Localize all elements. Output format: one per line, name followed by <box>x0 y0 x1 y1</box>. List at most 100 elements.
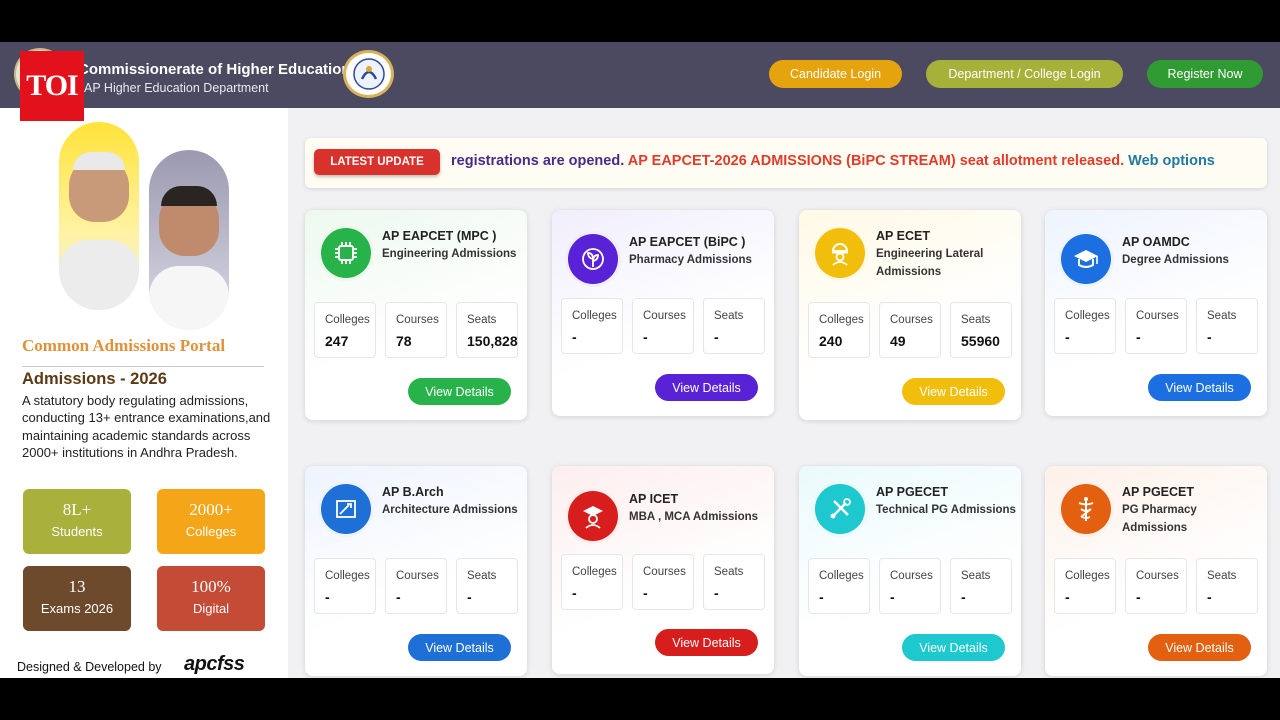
leader-portrait-2 <box>149 150 229 330</box>
stat-exams: 13 Exams 2026 <box>23 566 131 631</box>
page: Commissionerate of Higher Education AP H… <box>0 42 1280 678</box>
card-title: AP EAPCET (BiPC ) <box>629 235 746 249</box>
admission-card: AP PGECET PG Pharmacy Admissions Colleges -… <box>1045 466 1267 676</box>
admission-card: AP PGECET Technical PG Admissions Colleges… <box>799 466 1021 676</box>
stat-label: Courses <box>643 566 686 578</box>
stat-value: - <box>961 589 966 605</box>
stat-value: - <box>1207 589 1212 605</box>
card-subtitle: Technical PG Admissions <box>876 504 1016 516</box>
sidebar: Common Admissions Portal Admissions - 20… <box>0 108 288 678</box>
courses-stat: Courses 49 <box>879 302 941 358</box>
stat-value: 55960 <box>961 333 1000 349</box>
view-details-button[interactable]: View Details <box>655 629 758 656</box>
view-details-button[interactable]: View Details <box>408 378 511 405</box>
stat-value: - <box>890 589 895 605</box>
stat-value: - <box>396 589 401 605</box>
stat-label: Exams 2026 <box>40 601 114 616</box>
stat-value: - <box>572 585 577 601</box>
stat-digital: 100% Digital <box>157 566 265 631</box>
stat-label: Colleges <box>819 314 864 326</box>
caduceus-icon <box>1061 484 1111 534</box>
divider <box>22 366 264 367</box>
view-details-button[interactable]: View Details <box>1148 634 1251 661</box>
card-title: AP ICET <box>629 492 679 506</box>
portal-description: A statutory body regulating admissions, … <box>22 393 271 460</box>
portal-title: Common Admissions Portal <box>22 336 226 355</box>
courses-stat: Courses 78 <box>385 302 447 358</box>
stat-label: Digital <box>192 601 230 616</box>
stat-label: Colleges <box>572 310 617 322</box>
view-details-button[interactable]: View Details <box>408 634 511 661</box>
stat-label: Courses <box>890 314 933 326</box>
card-subtitle: Engineering Lateral Admissions <box>876 248 984 278</box>
stat-value: - <box>714 329 719 345</box>
stat-value: - <box>1207 329 1212 345</box>
card-subtitle: Degree Admissions <box>1122 254 1229 266</box>
designed-by-label: Designed & Developed by <box>17 660 162 674</box>
hair-shape <box>73 152 125 170</box>
admission-card: AP ECET Engineering Lateral Admissions Col… <box>799 210 1021 420</box>
stat-label: Courses <box>1136 570 1179 582</box>
courses-stat: Courses - <box>1125 298 1187 354</box>
candidate-login-button[interactable]: Candidate Login <box>769 60 902 88</box>
department-logo-icon <box>343 50 394 98</box>
seats-stat: Seats - <box>1196 558 1258 614</box>
courses-stat: Courses - <box>1125 558 1187 614</box>
stat-value: 240 <box>819 333 843 349</box>
stat-value: 49 <box>890 333 906 349</box>
admission-card: AP EAPCET (MPC ) Engineering Admissions Co… <box>305 210 527 420</box>
stat-colleges: 2000+ Colleges <box>157 489 265 554</box>
stat-label: Courses <box>396 314 439 326</box>
view-details-button[interactable]: View Details <box>902 378 1005 405</box>
stat-value: - <box>325 589 330 605</box>
stat-label: Colleges <box>325 570 370 582</box>
chip-icon <box>321 228 371 278</box>
ticker-segment: registrations are opened. <box>451 153 625 169</box>
seats-stat: Seats - <box>950 558 1012 614</box>
ticker-text[interactable]: registrations are opened. AP EAPCET-2026… <box>451 153 1215 169</box>
stat-value: - <box>819 589 824 605</box>
stat-label: Seats <box>467 314 497 326</box>
colleges-stat: Colleges - <box>1054 298 1116 354</box>
card-subtitle: MBA , MCA Admissions <box>629 511 759 523</box>
ticker-segment: Web options <box>1128 153 1215 169</box>
apcfss-logo[interactable]: apcfss <box>184 653 245 676</box>
stat-value: - <box>1065 589 1070 605</box>
stat-value: 150,828 <box>467 333 518 349</box>
view-details-button[interactable]: View Details <box>1148 374 1251 401</box>
admission-card: AP OAMDC Degree Admissions Colleges - Course… <box>1045 210 1267 416</box>
header-bar: Commissionerate of Higher Education AP H… <box>0 42 1280 108</box>
card-title: AP ECET <box>876 229 930 243</box>
admission-card: AP EAPCET (BiPC ) Pharmacy Admissions Coll… <box>552 210 774 416</box>
view-details-button[interactable]: View Details <box>655 374 758 401</box>
card-subtitle: PG Pharmacy Admissions <box>1122 504 1197 534</box>
stat-value: 247 <box>325 333 349 349</box>
seats-stat: Seats 150,828 <box>456 302 518 358</box>
stat-value: - <box>467 589 472 605</box>
seats-stat: Seats - <box>456 558 518 614</box>
stat-value: - <box>1136 329 1141 345</box>
stat-label: Seats <box>714 310 744 322</box>
admissions-year-heading: Admissions - 2026 <box>22 370 167 388</box>
card-subtitle: Architecture Admissions <box>382 504 518 516</box>
stat-label: Courses <box>643 310 686 322</box>
colleges-stat: Colleges 240 <box>808 302 870 358</box>
seats-stat: Seats 55960 <box>950 302 1012 358</box>
shirt-shape <box>149 266 229 330</box>
department-college-login-button[interactable]: Department / College Login <box>926 60 1123 88</box>
card-title: AP B.Arch <box>382 485 444 499</box>
stat-label: Seats <box>1207 570 1237 582</box>
seats-stat: Seats - <box>1196 298 1258 354</box>
stat-label: Courses <box>1136 310 1179 322</box>
seats-stat: Seats - <box>703 554 765 610</box>
site-title[interactable]: Commissionerate of Higher Education <box>78 61 351 78</box>
colleges-stat: Colleges - <box>1054 558 1116 614</box>
ticker-segment: AP EAPCET-2026 ADMISSIONS (BiPC STREAM) … <box>627 153 1125 169</box>
shirt-shape <box>59 240 139 310</box>
courses-stat: Courses - <box>385 558 447 614</box>
card-title: AP OAMDC <box>1122 235 1190 249</box>
courses-stat: Courses - <box>879 558 941 614</box>
view-details-button[interactable]: View Details <box>902 634 1005 661</box>
stat-label: Courses <box>890 570 933 582</box>
register-now-button[interactable]: Register Now <box>1147 60 1263 88</box>
